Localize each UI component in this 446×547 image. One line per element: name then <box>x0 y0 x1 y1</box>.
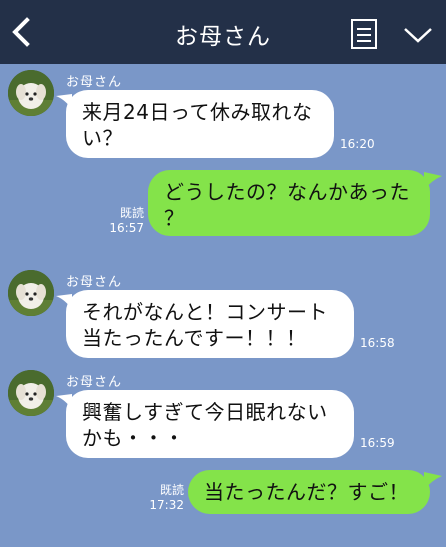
message-bubble[interactable]: それがなんと！コンサート 当たったんですー！！！ <box>66 290 354 358</box>
dog-avatar-icon <box>8 270 54 316</box>
message-time: 17:32 <box>149 498 184 512</box>
message-text: それがなんと！コンサート <box>82 300 328 324</box>
message-time: 16:57 <box>109 221 144 235</box>
message-text: 興奮しすぎて今日眠れない <box>82 400 328 424</box>
message-bubble[interactable]: 興奮しすぎて今日眠れない かも・・・ <box>66 390 354 458</box>
chat-header: お母さん <box>0 0 446 64</box>
dog-avatar-icon <box>8 370 54 416</box>
sender-name: お母さん <box>66 375 123 390</box>
message-bubble[interactable]: 当たったんだ？すご！ <box>188 470 430 514</box>
message-time: 16:58 <box>360 336 395 350</box>
message-text: 当たったんだ？すご！ <box>204 480 409 504</box>
read-label: 既読 <box>119 206 144 220</box>
message-text: かも・・・ <box>82 426 185 450</box>
message-bubble[interactable]: 来月24日って休み取れな い？ <box>66 90 334 158</box>
expand-button[interactable] <box>402 24 434 46</box>
chevron-down-icon <box>404 28 432 43</box>
message-text: い？ <box>82 126 123 150</box>
dog-avatar-icon <box>8 70 54 116</box>
sender-name: お母さん <box>66 275 123 290</box>
message-text: ？ <box>164 206 185 230</box>
bubble-tail <box>424 472 442 490</box>
message-bubble[interactable]: どうしたの？なんかあった ？ <box>148 170 430 236</box>
avatar[interactable] <box>8 270 54 316</box>
read-receipt: 既読 17:32 <box>140 483 184 513</box>
chat-title: お母さん <box>175 24 271 50</box>
message-text: どうしたの？なんかあった <box>164 180 410 204</box>
list-icon <box>351 19 377 49</box>
message-text: 当たったんですー！！！ <box>82 326 307 350</box>
read-label: 既読 <box>159 483 184 497</box>
avatar[interactable] <box>8 370 54 416</box>
sender-name: お母さん <box>66 75 123 90</box>
message-time: 16:20 <box>340 137 375 151</box>
message-text: 来月24日って休み取れな <box>82 100 313 124</box>
bubble-tail <box>424 172 442 190</box>
message-time: 16:59 <box>360 436 395 450</box>
menu-button[interactable] <box>350 18 378 50</box>
read-receipt: 既読 16:57 <box>100 206 144 236</box>
avatar[interactable] <box>8 70 54 116</box>
